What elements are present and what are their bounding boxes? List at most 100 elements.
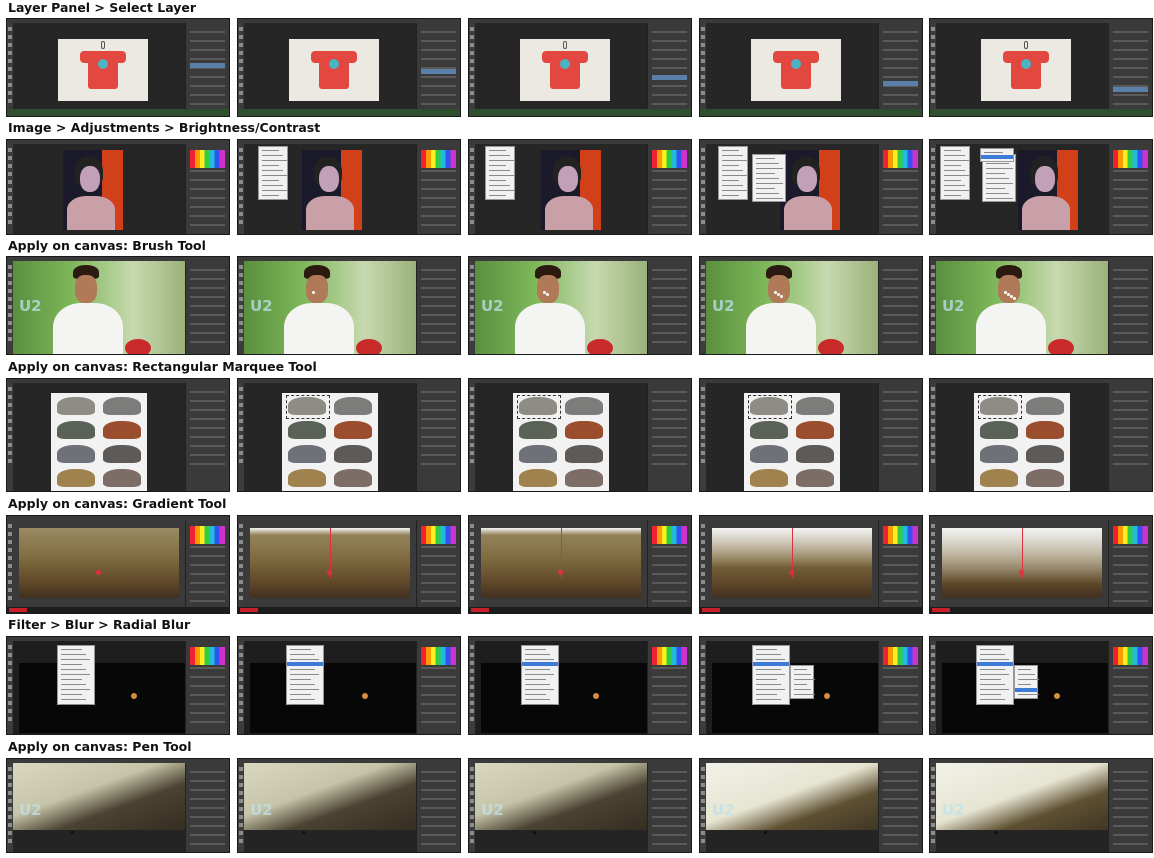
tool-icon[interactable] [931,172,935,176]
tool-icon[interactable] [8,815,12,819]
tool-icon[interactable] [701,188,705,192]
tool-icon[interactable] [239,669,243,673]
layers-panel[interactable] [878,520,922,613]
color-swatches-panel[interactable] [883,647,918,665]
tool-icon[interactable] [8,717,12,721]
tool-icon[interactable] [470,99,474,103]
menu-item[interactable] [1018,669,1031,670]
menu-item[interactable] [262,190,287,191]
canvas-area[interactable]: U2 [244,261,416,354]
tool-icon[interactable] [701,572,705,576]
menu-item[interactable] [489,190,514,191]
tool-icon[interactable] [701,524,705,528]
tool-icon[interactable] [239,775,243,779]
tool-icon[interactable] [470,556,474,560]
tool-icon[interactable] [239,43,243,47]
tool-icon[interactable] [8,281,12,285]
menu-item[interactable] [756,704,785,705]
menu-item[interactable] [944,150,961,151]
tool-icon[interactable] [470,661,474,665]
color-swatches-panel[interactable] [1113,647,1148,665]
menu-item[interactable] [262,180,279,181]
tool-icon[interactable] [470,791,474,795]
tool-icon[interactable] [239,767,243,771]
tool-icon[interactable] [8,459,12,463]
menu-item[interactable] [756,699,781,700]
gradient-handle[interactable] [788,570,794,575]
menu-item[interactable] [525,669,550,670]
tool-icon[interactable] [470,693,474,697]
tool-icon[interactable] [239,807,243,811]
menu-item[interactable] [489,155,510,156]
menu-item[interactable] [262,160,287,161]
tool-icon[interactable] [470,91,474,95]
menu-item[interactable] [980,704,1009,705]
menu-item[interactable] [722,150,739,151]
tool-icon[interactable] [701,669,705,673]
canvas-area[interactable]: U2 [244,763,416,852]
highlighted-menu-item[interactable] [753,662,789,666]
tool-icon[interactable] [470,588,474,592]
tool-icon[interactable] [470,411,474,415]
tool-icon[interactable] [239,419,243,423]
layers-panel[interactable] [185,383,229,491]
tool-icon[interactable] [239,709,243,713]
tool-icon[interactable] [8,395,12,399]
canvas-area[interactable] [936,144,1108,234]
gradient-handle[interactable] [557,570,563,575]
tool-icon[interactable] [701,305,705,309]
tool-icon[interactable] [701,91,705,95]
image-menu[interactable] [718,146,748,200]
tool-icon[interactable] [239,427,243,431]
tool-icon[interactable] [239,281,243,285]
menu-item[interactable] [489,160,514,161]
brightness-contrast-item[interactable] [980,148,1014,162]
menu-item[interactable] [262,165,279,166]
tool-icon[interactable] [8,305,12,309]
tool-icon[interactable] [931,387,935,391]
tool-icon[interactable] [8,661,12,665]
tool-icon[interactable] [8,403,12,407]
tool-icon[interactable] [701,459,705,463]
tool-icon[interactable] [239,564,243,568]
menu-item[interactable] [525,674,554,675]
menu-item[interactable] [756,173,775,174]
selection-marquee[interactable] [286,395,330,419]
tool-icon[interactable] [701,35,705,39]
tool-icon[interactable] [931,588,935,592]
menu-item[interactable] [986,188,1005,189]
canvas-area[interactable] [936,23,1108,116]
menu-item[interactable] [61,659,90,660]
layers-panel[interactable] [647,23,691,116]
image-menu[interactable] [485,146,515,200]
menu-item[interactable] [489,150,506,151]
canvas-area[interactable] [706,383,878,491]
tool-icon[interactable] [8,337,12,341]
tool-icon[interactable] [470,419,474,423]
menu-item[interactable] [262,175,287,176]
highlighted-menu-item[interactable] [1015,688,1037,692]
tool-icon[interactable] [470,148,474,152]
canvas-area[interactable] [13,641,185,734]
tool-icon[interactable] [931,548,935,552]
menu-item[interactable] [756,158,775,159]
color-swatches-panel[interactable] [190,150,225,168]
tool-icon[interactable] [8,767,12,771]
tool-icon[interactable] [470,273,474,277]
tool-icon[interactable] [931,791,935,795]
tool-icon[interactable] [8,443,12,447]
tool-icon[interactable] [8,540,12,544]
tool-icon[interactable] [470,51,474,55]
tool-icon[interactable] [470,395,474,399]
menu-item[interactable] [525,699,550,700]
tool-icon[interactable] [8,196,12,200]
layers-panel[interactable] [185,641,229,734]
pen-anchor[interactable] [764,831,767,834]
menu-item[interactable] [61,679,82,680]
layers-panel[interactable] [1108,763,1152,852]
tool-icon[interactable] [239,661,243,665]
menu-item[interactable] [756,649,777,650]
layers-panel[interactable] [647,144,691,234]
tool-icon[interactable] [8,427,12,431]
canvas-area[interactable]: U2 [706,763,878,852]
